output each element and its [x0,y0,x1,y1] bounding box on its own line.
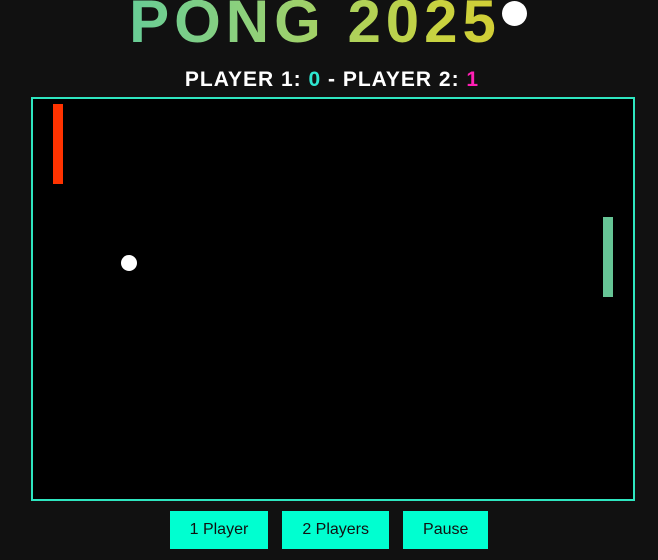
game-title: PONG 2025 [0,0,630,58]
player1-label: PLAYER 1: [184,68,309,91]
player2-score: 1 [466,68,480,91]
game-controls: 1 Player 2 Players Pause [0,511,658,549]
player2-label: PLAYER 2: [342,68,467,91]
game-canvas[interactable] [31,97,635,501]
ball [121,255,137,271]
score-separator: - [321,68,343,91]
pause-button[interactable]: Pause [403,511,489,549]
two-players-button[interactable]: 2 Players [282,511,390,549]
scoreboard: PLAYER 1: 0 - PLAYER 2: 1 [0,66,658,94]
game-page: PONG 2025 PLAYER 1: 0 - PLAYER 2: 1 1 Pl… [0,0,658,560]
player1-score: 0 [308,68,322,91]
left-paddle [53,104,63,184]
title-ball-icon [502,1,527,26]
right-paddle [603,217,613,297]
one-player-button[interactable]: 1 Player [169,511,269,549]
